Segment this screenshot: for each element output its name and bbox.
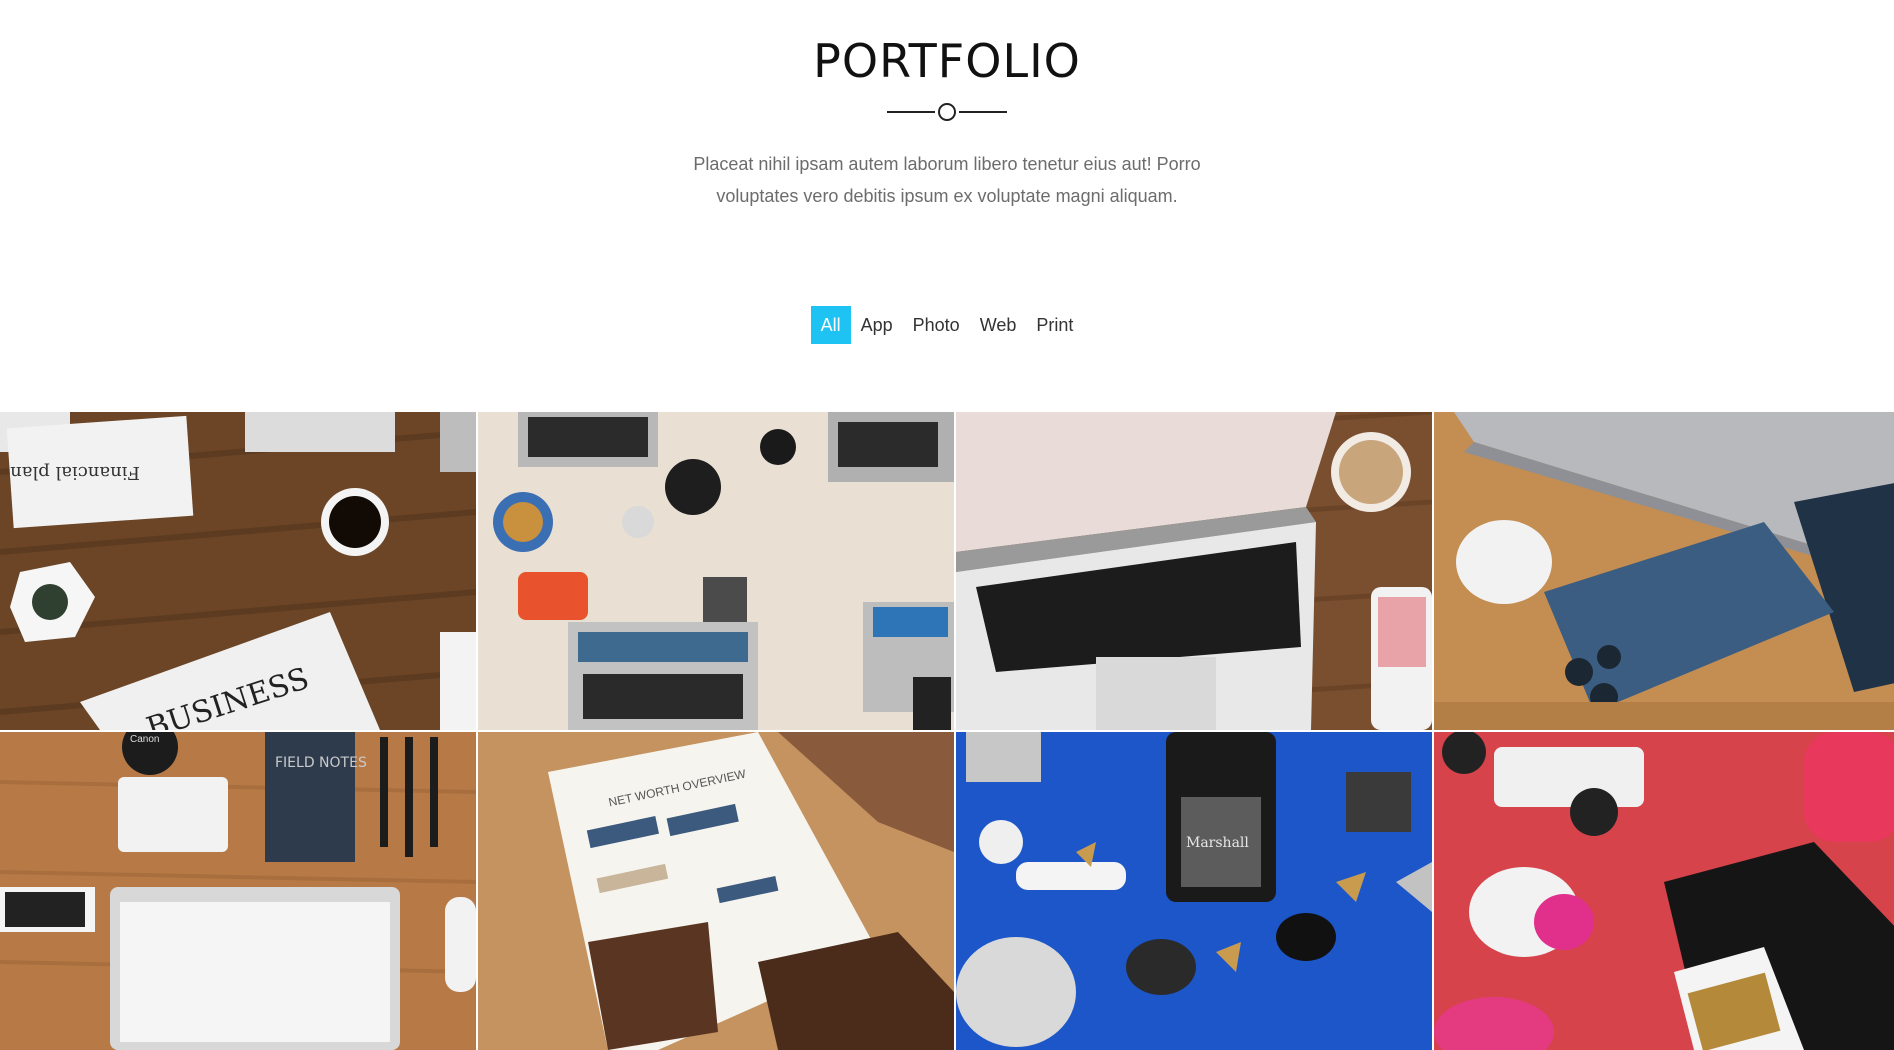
net-worth-document-photo: NET WORTH OVERVIEW [478, 732, 954, 1050]
business-desk-photo: Financial plan BUSINESS [0, 412, 476, 730]
portfolio-item[interactable] [478, 412, 954, 730]
canon-text: Canon [130, 734, 159, 745]
filter-web[interactable]: Web [970, 306, 1027, 344]
laptop-coffee-photo [956, 412, 1432, 730]
gadgets-red-photo [1434, 732, 1894, 1050]
portfolio-item[interactable]: Marshall [956, 732, 1432, 1050]
portfolio-grid: Financial plan BUSINESS Canon FIELD NOTE… [0, 412, 1894, 1050]
portfolio-item[interactable] [1434, 412, 1894, 730]
portfolio-item[interactable]: NET WORTH OVERVIEW [478, 732, 954, 1050]
filter-photo[interactable]: Photo [903, 306, 970, 344]
marshall-text: Marshall [1186, 835, 1249, 851]
field-notes-text: FIELD NOTES [275, 755, 367, 771]
filter-all[interactable]: All [810, 306, 851, 344]
portfolio-item[interactable] [1434, 732, 1894, 1050]
section-title: PORTFOLIO [813, 34, 1081, 88]
filter-app[interactable]: App [851, 306, 903, 344]
divider-line-left [887, 111, 935, 113]
team-desk-photo [478, 412, 954, 730]
portfolio-item[interactable] [956, 412, 1432, 730]
gadgets-blue-photo: Marshall [956, 732, 1432, 1050]
portfolio-item[interactable]: Canon FIELD NOTES [0, 732, 476, 1050]
blue-phone-photo [1434, 412, 1894, 730]
portfolio-filters: All App Photo Web Print [0, 306, 1894, 344]
financial-plan-text: Financial plan [10, 462, 140, 483]
keyboard-notebook-photo: Canon FIELD NOTES [0, 732, 476, 1050]
section-description: Placeat nihil ipsam autem laborum libero… [693, 154, 1201, 206]
filter-print[interactable]: Print [1026, 306, 1083, 344]
divider-line-right [959, 111, 1007, 113]
divider-circle-icon [938, 103, 956, 121]
portfolio-item[interactable]: Financial plan BUSINESS [0, 412, 476, 730]
title-divider [887, 102, 1007, 122]
